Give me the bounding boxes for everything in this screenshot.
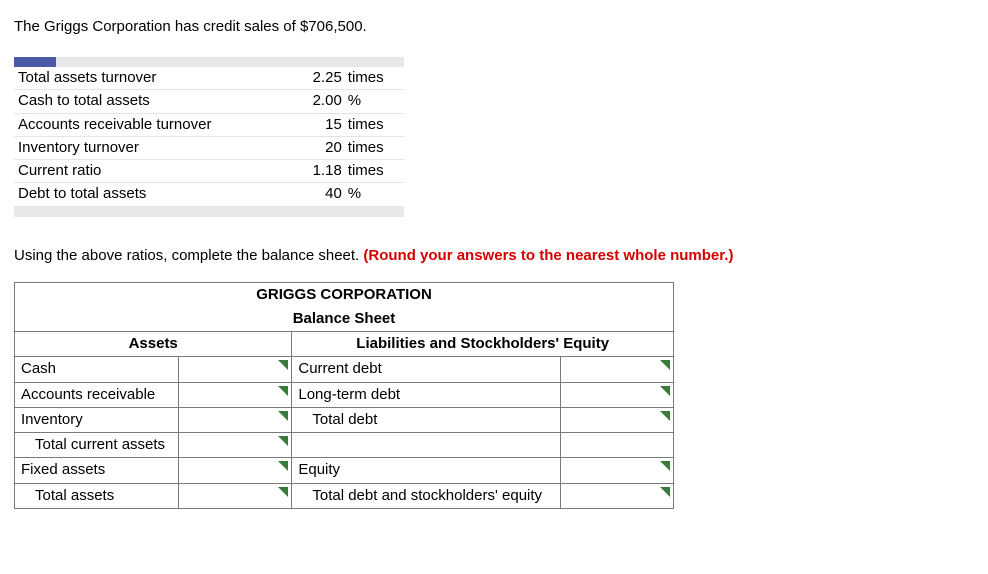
bs-row: Total assets Total debt and stockholders'… [15, 483, 674, 508]
asset-label: Total assets [15, 483, 179, 508]
instruction-red: (Round your answers to the nearest whole… [363, 247, 733, 264]
ratio-label: Cash to total assets [14, 90, 294, 113]
instruction-line: Using the above ratios, complete the bal… [14, 247, 974, 264]
asset-value-input[interactable] [179, 458, 292, 483]
ratio-value: 15 [294, 113, 346, 136]
ratio-unit: times [346, 113, 404, 136]
liab-value-input[interactable] [561, 357, 674, 382]
ratio-value: 2.00 [294, 90, 346, 113]
ratio-unit: % [346, 90, 404, 113]
ratio-label: Total assets turnover [14, 67, 294, 90]
ratio-table: Total assets turnover2.25timesCash to to… [14, 67, 404, 207]
ratio-unit: % [346, 183, 404, 206]
ratio-value: 20 [294, 136, 346, 159]
bs-row: Total current assets [15, 433, 674, 458]
bs-row: Inventory Total debt [15, 407, 674, 432]
asset-value-input[interactable] [179, 483, 292, 508]
bs-subtitle: Balance Sheet [15, 307, 674, 332]
ratio-value: 1.18 [294, 160, 346, 183]
ratio-row: Cash to total assets2.00% [14, 90, 404, 113]
asset-label: Cash [15, 357, 179, 382]
ratio-label: Inventory turnover [14, 136, 294, 159]
liab-value-input[interactable] [561, 483, 674, 508]
ratio-value: 2.25 [294, 67, 346, 90]
bs-title: GRIGGS CORPORATION [15, 282, 674, 307]
asset-label: Total current assets [15, 433, 179, 458]
ratio-unit: times [346, 136, 404, 159]
ratio-label: Accounts receivable turnover [14, 113, 294, 136]
asset-value-input[interactable] [179, 433, 292, 458]
liab-value-input[interactable] [561, 407, 674, 432]
liab-label: Equity [292, 458, 561, 483]
ratio-row: Inventory turnover20times [14, 136, 404, 159]
liab-value-input[interactable] [561, 382, 674, 407]
ratio-row: Accounts receivable turnover15times [14, 113, 404, 136]
asset-value-input[interactable] [179, 357, 292, 382]
ratio-row: Total assets turnover2.25times [14, 67, 404, 90]
liab-label: Total debt and stockholders' equity [292, 483, 561, 508]
assets-header: Assets [15, 332, 292, 357]
balance-sheet-table: GRIGGS CORPORATION Balance Sheet Assets … [14, 282, 674, 509]
liab-label: Total debt [292, 407, 561, 432]
liab-label: Current debt [292, 357, 561, 382]
blank-cell [561, 433, 674, 458]
bs-row: Cash Current debt [15, 357, 674, 382]
ratio-label: Debt to total assets [14, 183, 294, 206]
ratio-block: Total assets turnover2.25timesCash to to… [14, 57, 404, 217]
ratio-top-stripe [14, 57, 404, 67]
liab-value-input[interactable] [561, 458, 674, 483]
asset-value-input[interactable] [179, 407, 292, 432]
ratio-bottom-stripe [14, 207, 404, 217]
ratio-value: 40 [294, 183, 346, 206]
asset-value-input[interactable] [179, 382, 292, 407]
problem-intro: The Griggs Corporation has credit sales … [14, 18, 974, 35]
ratio-unit: times [346, 67, 404, 90]
asset-label: Fixed assets [15, 458, 179, 483]
ratio-row: Current ratio1.18times [14, 160, 404, 183]
liab-header: Liabilities and Stockholders' Equity [292, 332, 674, 357]
asset-label: Inventory [15, 407, 179, 432]
blank-cell [292, 433, 561, 458]
ratio-label: Current ratio [14, 160, 294, 183]
ratio-unit: times [346, 160, 404, 183]
bs-row: Accounts receivable Long-term debt [15, 382, 674, 407]
instruction-text: Using the above ratios, complete the bal… [14, 247, 363, 264]
liab-label: Long-term debt [292, 382, 561, 407]
bs-row: Fixed assets Equity [15, 458, 674, 483]
asset-label: Accounts receivable [15, 382, 179, 407]
ratio-row: Debt to total assets40% [14, 183, 404, 206]
